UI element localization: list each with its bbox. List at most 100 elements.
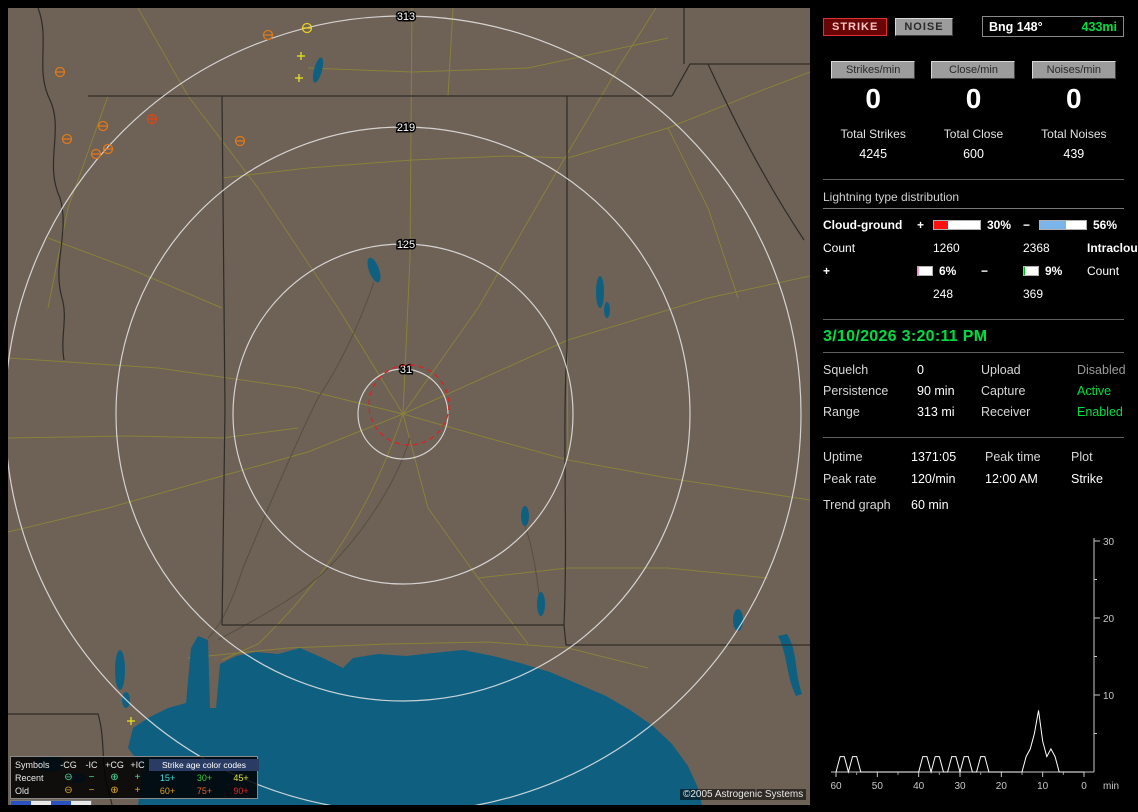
total-strikes-label: Total Strikes xyxy=(840,127,906,141)
age-90: 90+ xyxy=(233,785,249,796)
divider xyxy=(823,437,1124,438)
plot-label: Plot xyxy=(1071,450,1093,464)
cg-negative-count: 2368 xyxy=(1023,241,1050,255)
peak-time-label: Peak time xyxy=(985,450,1041,464)
divider xyxy=(823,352,1124,353)
ic-negative-count: 369 xyxy=(1023,287,1044,301)
bearing-distance: 433mi xyxy=(1081,19,1117,34)
ic-negative-bar xyxy=(1023,266,1039,276)
cg-count-label: Count xyxy=(823,241,856,255)
plus-sign: + xyxy=(917,218,925,232)
legend-age-title: Strike age color codes xyxy=(149,758,259,771)
legend-col-cg-neg: -CG xyxy=(60,759,77,770)
svg-text:30: 30 xyxy=(954,781,966,792)
svg-text:313: 313 xyxy=(397,11,415,23)
age-60: 60+ xyxy=(159,785,176,796)
copyright-text: ©2005 Astrogenic Systems xyxy=(680,789,807,800)
minus-sign: − xyxy=(1023,218,1031,232)
rates-section: Strikes/min 0 Close/min 0 Noises/min 0 xyxy=(823,61,1124,115)
bearing-readout: Bng 148° 433mi xyxy=(982,16,1124,37)
old-ic-neg-icon: − xyxy=(88,784,95,796)
svg-text:50: 50 xyxy=(872,781,884,792)
distribution-table: Cloud-ground + 30% − 56% Count 1260 2368… xyxy=(823,218,1138,301)
trend-graph-value: 60 min xyxy=(911,498,949,512)
persistence-value: 90 min xyxy=(917,384,955,398)
upload-status: Disabled xyxy=(1077,363,1126,377)
total-close-label: Total Close xyxy=(943,127,1004,141)
trend-graph-row: Trend graph 60 min xyxy=(823,498,1124,512)
svg-text:125: 125 xyxy=(397,239,415,251)
svg-text:0: 0 xyxy=(1081,781,1087,792)
intracloud-label: Intracloud xyxy=(1087,241,1138,255)
strikes-per-min-button[interactable]: Strikes/min xyxy=(831,61,916,79)
svg-text:min: min xyxy=(1103,781,1119,792)
plus-sign: + xyxy=(823,264,831,278)
svg-text:40: 40 xyxy=(913,781,925,792)
close-per-min-value: 0 xyxy=(965,83,982,114)
peak-rate-label: Peak rate xyxy=(823,472,877,486)
age-30: 30+ xyxy=(196,772,213,783)
old-cg-neg-icon: ⊖ xyxy=(64,784,73,796)
close-per-min-button[interactable]: Close/min xyxy=(931,61,1016,79)
capture-status: Active xyxy=(1077,384,1112,398)
noises-per-min-button[interactable]: Noises/min xyxy=(1031,61,1116,79)
trend-chart: 10 20 30 60 50 40 30 20 10 0 min xyxy=(821,532,1131,802)
ic-positive-bar xyxy=(917,266,933,276)
cg-negative-bar xyxy=(1039,220,1087,230)
total-close-value: 600 xyxy=(963,147,984,161)
total-noises-value: 439 xyxy=(1063,147,1085,161)
datetime-display: 3/10/2026 3:20:11 PM xyxy=(823,328,988,345)
range-label: Range xyxy=(823,405,860,419)
persistence-label: Persistence xyxy=(823,384,889,398)
map-canvas: 31321912531 xyxy=(8,8,810,805)
recent-ic-neg-icon: − xyxy=(88,771,95,783)
svg-text:30: 30 xyxy=(1103,537,1115,548)
plot-value: Strike xyxy=(1071,472,1103,486)
cloud-ground-label: Cloud-ground xyxy=(823,218,903,232)
total-noises-label: Total Noises xyxy=(1041,127,1107,141)
recent-ic-pos-icon: + xyxy=(134,771,141,783)
stormvue-window: 313 219 125 31 Symbols -CG -IC +CG +IC Stri… xyxy=(0,0,1138,812)
status-panel: STRIKE NOISE Bng 148° 433mi Strikes/min … xyxy=(815,8,1138,805)
ic-negative-pct: 9% xyxy=(1045,264,1063,278)
map-scale-bar xyxy=(10,800,92,805)
strikes-per-min-value: 0 xyxy=(865,83,881,114)
capture-label: Capture xyxy=(981,384,1026,398)
upload-label: Upload xyxy=(981,363,1021,377)
legend-col-ic-neg: -IC xyxy=(85,759,98,770)
settings-section: Squelch 0 Upload Disabled Persistence 90… xyxy=(823,363,1126,419)
legend-row-recent: Recent xyxy=(15,772,44,783)
old-cg-pos-icon: ⊕ xyxy=(110,784,119,796)
trend-graph-label: Trend graph xyxy=(823,498,891,512)
svg-text:10: 10 xyxy=(1103,691,1115,702)
ic-positive-pct: 6% xyxy=(939,264,957,278)
lightning-map[interactable]: 313 219 125 31 Symbols -CG -IC +CG +IC Stri… xyxy=(8,8,810,805)
svg-text:219: 219 xyxy=(397,122,415,134)
trend-chart-canvas: 10 20 30 60 50 40 30 20 10 0 min xyxy=(830,537,1119,792)
stats-section: Uptime 1371:05 Peak time Plot Peak rate … xyxy=(823,450,1124,486)
age-75: 75+ xyxy=(196,785,213,796)
noise-toggle-button[interactable]: NOISE xyxy=(895,17,953,36)
bearing-label: Bng 148° xyxy=(989,19,1043,34)
svg-text:60: 60 xyxy=(830,781,842,792)
svg-text:20: 20 xyxy=(996,781,1008,792)
strike-legend: Symbols -CG -IC +CG +IC Strike age color… xyxy=(10,756,259,799)
range-value: 313 mi xyxy=(917,405,955,419)
legend-col-ic-pos: +IC xyxy=(130,759,145,770)
legend-col-cg-pos: +CG xyxy=(105,759,124,770)
ic-count-label: Count xyxy=(1087,264,1120,278)
divider xyxy=(823,319,1124,320)
cg-negative-pct: 56% xyxy=(1093,218,1118,232)
uptime-value: 1371:05 xyxy=(911,450,957,464)
total-strikes-value: 4245 xyxy=(859,147,888,161)
receiver-status: Enabled xyxy=(1077,405,1123,419)
ic-positive-count: 248 xyxy=(933,287,954,301)
peak-rate-value: 120/min xyxy=(911,472,956,486)
distribution-title: Lightning type distribution xyxy=(823,188,1124,209)
legend-symbols-header: Symbols xyxy=(15,759,50,770)
mode-row: STRIKE NOISE Bng 148° 433mi xyxy=(823,16,1124,37)
legend-row-old: Old xyxy=(15,785,30,796)
strike-toggle-button[interactable]: STRIKE xyxy=(823,17,888,36)
old-ic-pos-icon: + xyxy=(134,784,141,796)
cg-positive-count: 1260 xyxy=(933,241,960,255)
